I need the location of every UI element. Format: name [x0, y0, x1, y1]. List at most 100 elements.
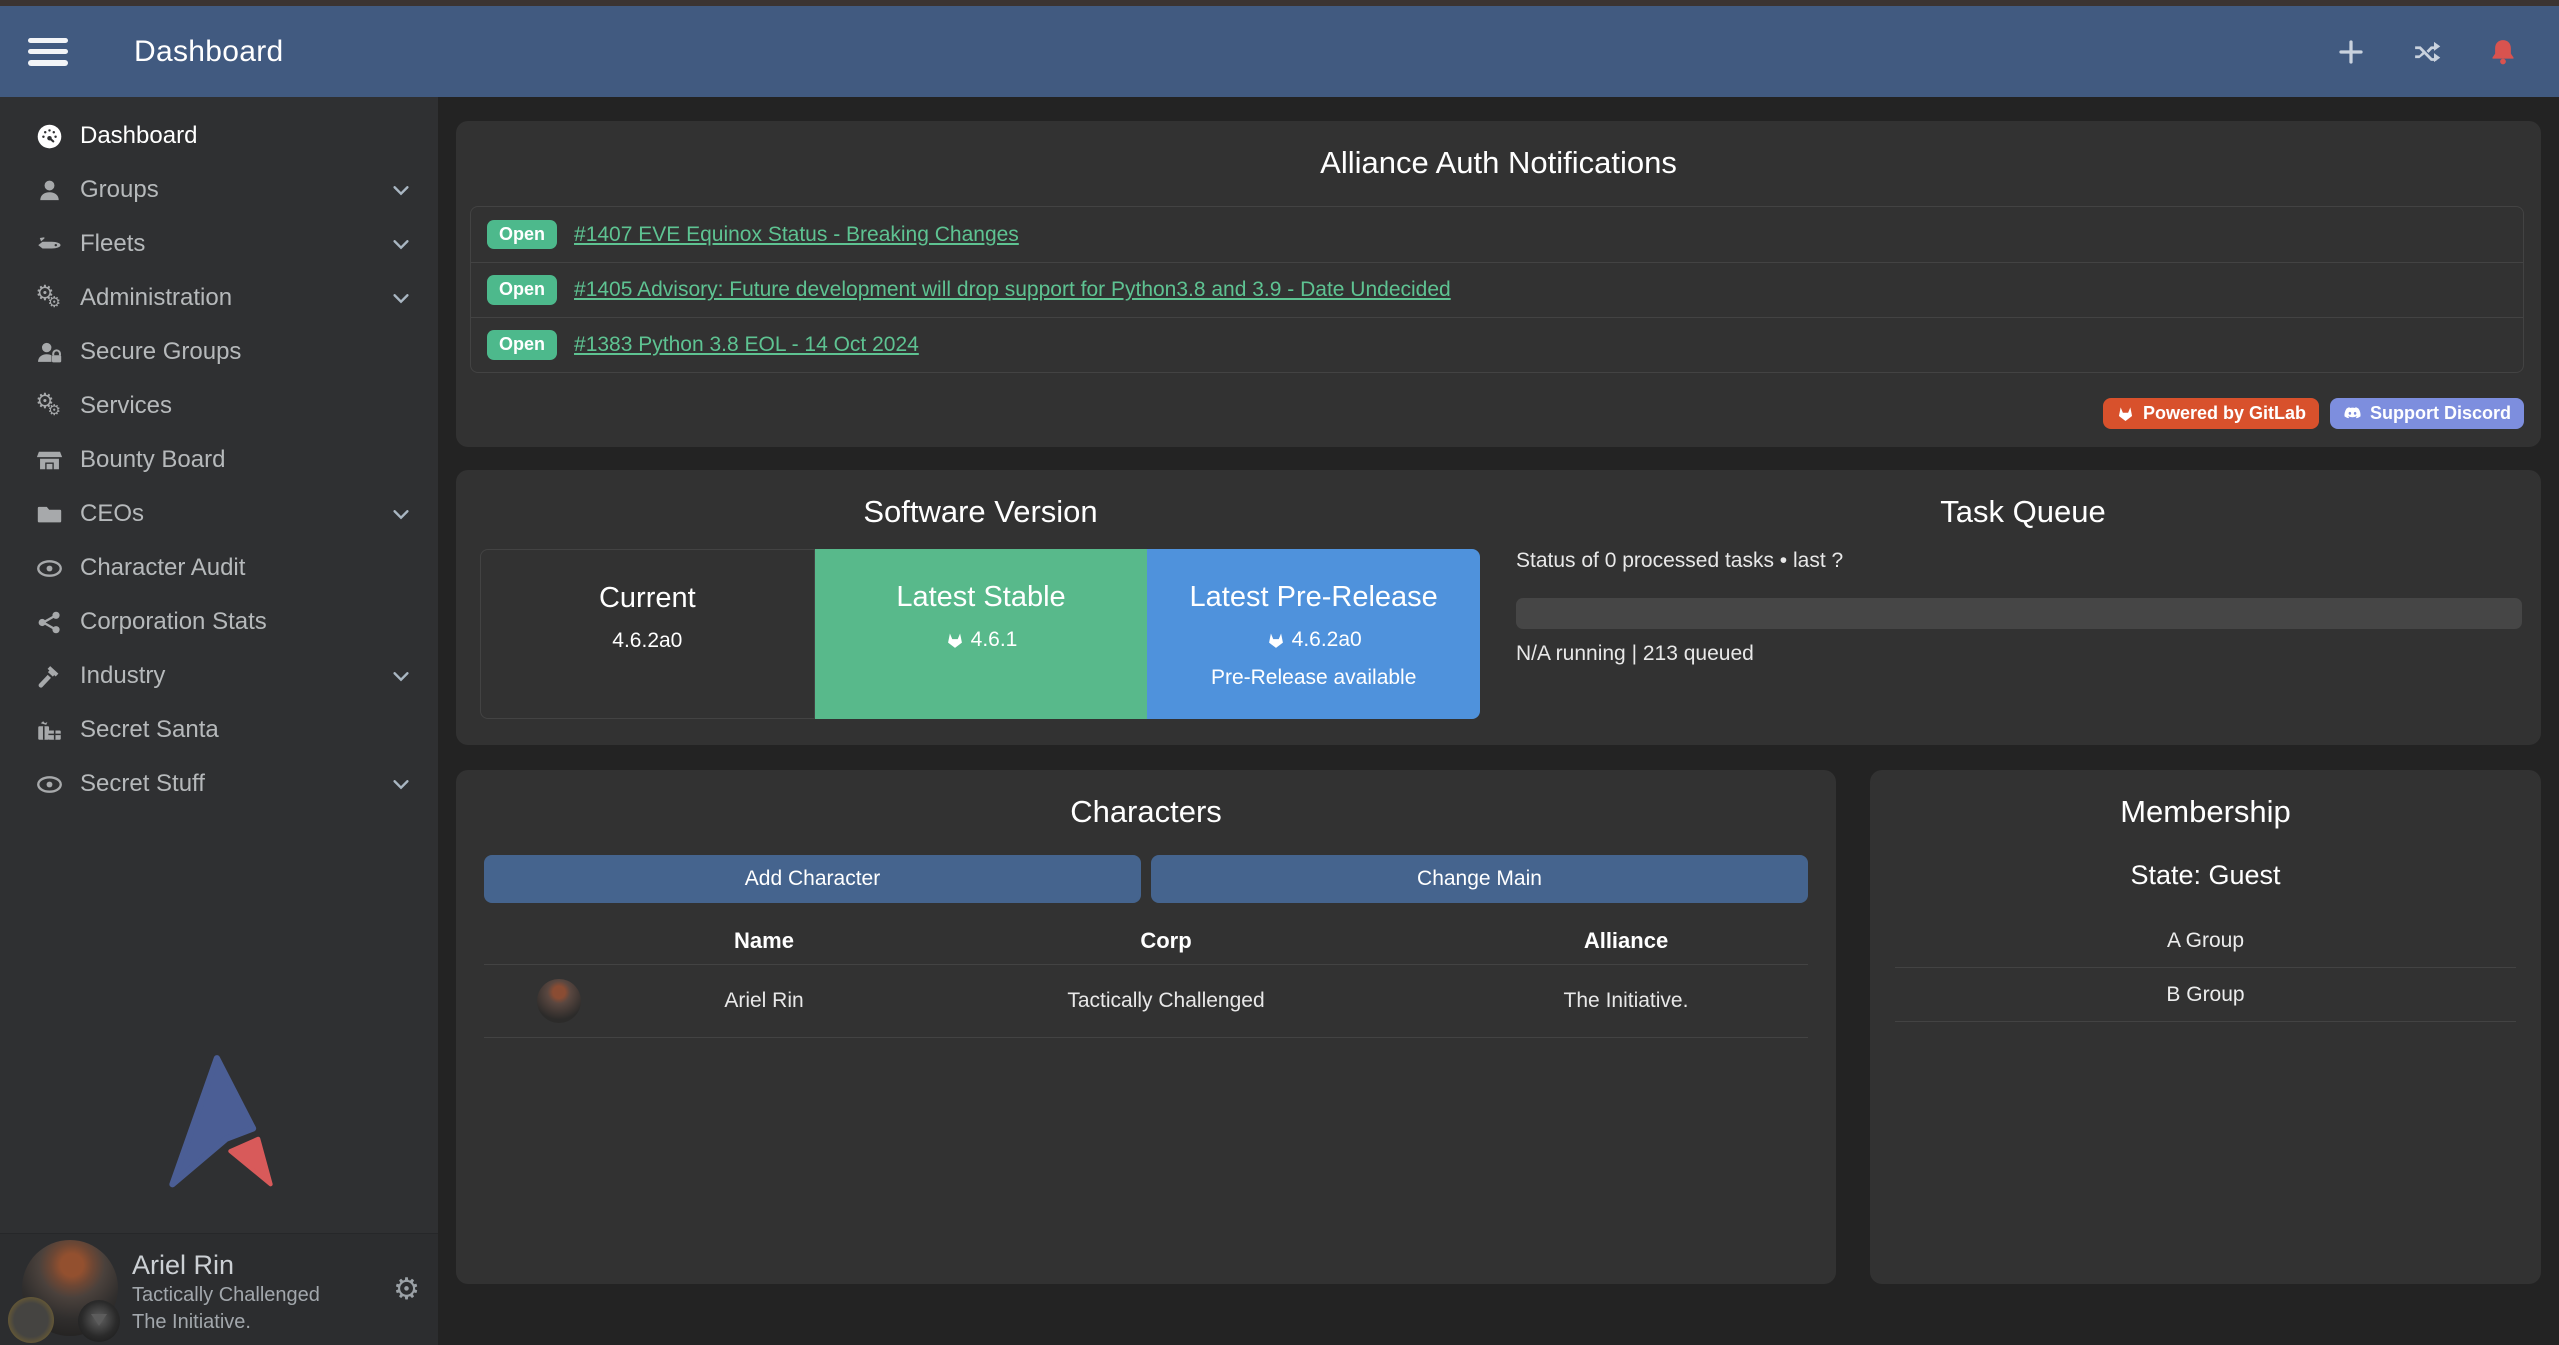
alliance-auth-logo: [158, 1052, 282, 1186]
alliance-logo-badge: [78, 1300, 120, 1342]
corp-logo-badge: [8, 1297, 54, 1343]
discord-icon: [2343, 404, 2362, 423]
add-character-icon[interactable]: [2335, 36, 2367, 68]
characters-title: Characters: [456, 770, 1836, 830]
dashboard-gauge-icon: [26, 123, 72, 150]
notifications-title: Alliance Auth Notifications: [456, 121, 2541, 181]
sidebar-item-groups[interactable]: Groups: [0, 163, 438, 217]
sidebar-item-industry[interactable]: Industry: [0, 649, 438, 703]
user-panel: Ariel Rin Tactically Challenged The Init…: [0, 1233, 438, 1345]
gitlab-icon: [2116, 404, 2135, 423]
software-version-title: Software Version: [456, 470, 1505, 530]
sidebar-item-fleets[interactable]: Fleets: [0, 217, 438, 271]
sidebar-item-ceos[interactable]: CEOs: [0, 487, 438, 541]
character-corp-cell: Tactically Challenged: [1067, 989, 1264, 1013]
column-header-corp: Corp: [1140, 928, 1191, 954]
membership-group-list: A Group B Group: [1895, 914, 2516, 1022]
cogs-icon: ⚙⚙: [26, 393, 72, 420]
notifications-list: Open #1407 EVE Equinox Status - Breaking…: [470, 206, 2524, 373]
sidebar-item-label: Services: [80, 392, 172, 420]
chevron-down-icon: [390, 287, 412, 309]
chevron-down-icon: [390, 773, 412, 795]
status-badge: Open: [487, 220, 557, 250]
character-name-cell: Ariel Rin: [724, 989, 803, 1013]
navbar-actions: [2335, 36, 2519, 68]
user-settings-gear-icon[interactable]: ⚙: [393, 1275, 420, 1305]
version-prerelease-box: Latest Pre-Release 4.6.2a0 Pre-Release a…: [1147, 549, 1480, 719]
cogs-icon: ⚙⚙: [26, 285, 72, 312]
sidebar-item-label: Character Audit: [80, 554, 245, 582]
gitlab-icon: [945, 630, 965, 650]
eye-icon: [26, 771, 72, 798]
characters-buttons: Add Character Change Main: [484, 855, 1808, 903]
page-title: Dashboard: [134, 35, 283, 69]
sidebar-item-label: Industry: [80, 662, 165, 690]
change-main-button[interactable]: Change Main: [1151, 855, 1808, 903]
notification-link[interactable]: #1405 Advisory: Future development will …: [574, 278, 1451, 302]
group-list-item: B Group: [1895, 968, 2516, 1022]
chevron-down-icon: [390, 233, 412, 255]
user-name: Ariel Rin: [132, 1248, 320, 1282]
character-portrait: [537, 979, 581, 1023]
change-main-shuffle-icon[interactable]: [2411, 36, 2443, 68]
prerelease-note: Pre-Release available: [1211, 666, 1416, 690]
sidebar-item-bounty-board[interactable]: Bounty Board: [0, 433, 438, 487]
notifications-bell-icon[interactable]: [2487, 36, 2519, 68]
task-queue-status-line: Status of 0 processed tasks • last ?: [1516, 549, 1843, 573]
status-badge: Open: [487, 330, 557, 360]
powered-by-gitlab-badge[interactable]: Powered by GitLab: [2103, 398, 2319, 429]
chevron-down-icon: [390, 179, 412, 201]
menu-toggle-icon[interactable]: [28, 38, 68, 66]
user-lock-icon: [26, 339, 72, 366]
sidebar-item-administration[interactable]: ⚙⚙ Administration: [0, 271, 438, 325]
sidebar-item-label: Bounty Board: [80, 446, 225, 474]
user-corp: Tactically Challenged: [132, 1282, 320, 1309]
chevron-down-icon: [390, 503, 412, 525]
sidebar-item-secure-groups[interactable]: Secure Groups: [0, 325, 438, 379]
notification-link[interactable]: #1383 Python 3.8 EOL - 14 Oct 2024: [574, 333, 919, 357]
table-divider: [484, 1037, 1808, 1038]
task-queue-queue-line: N/A running | 213 queued: [1516, 642, 1754, 666]
version-stable-box: Latest Stable 4.6.1: [815, 549, 1148, 719]
status-badge: Open: [487, 275, 557, 305]
software-version-section: Software Version Current 4.6.2a0 Latest …: [456, 470, 1505, 530]
chevron-down-icon: [390, 665, 412, 687]
task-queue-progressbar: [1516, 598, 2522, 629]
sidebar-item-label: Groups: [80, 176, 159, 204]
membership-state: State: Guest: [1870, 860, 2541, 891]
characters-panel: Characters Add Character Change Main Nam…: [456, 770, 1836, 1284]
version-current-box: Current 4.6.2a0: [480, 549, 815, 719]
task-queue-title: Task Queue: [1505, 470, 2541, 530]
sidebar-item-character-audit[interactable]: Character Audit: [0, 541, 438, 595]
share-nodes-icon: [26, 609, 72, 636]
sidebar-item-services[interactable]: ⚙⚙ Services: [0, 379, 438, 433]
add-character-button[interactable]: Add Character: [484, 855, 1141, 903]
column-header-name: Name: [734, 928, 794, 954]
sidebar-item-secret-stuff[interactable]: Secret Stuff: [0, 757, 438, 811]
notification-item: Open #1383 Python 3.8 EOL - 14 Oct 2024: [471, 317, 2523, 372]
version-boxes: Current 4.6.2a0 Latest Stable 4.6.1 Late…: [480, 549, 1480, 719]
sidebar-item-label: Secret Santa: [80, 716, 219, 744]
character-alliance-cell: The Initiative.: [1564, 989, 1689, 1013]
storefront-icon: [26, 447, 72, 474]
sidebar-item-label: Secret Stuff: [80, 770, 205, 798]
sidebar-item-secret-santa[interactable]: Secret Santa: [0, 703, 438, 757]
notification-item: Open #1405 Advisory: Future development …: [471, 262, 2523, 317]
user-alliance: The Initiative.: [132, 1309, 320, 1336]
membership-panel: Membership State: Guest A Group B Group: [1870, 770, 2541, 1284]
sidebar-item-label: Secure Groups: [80, 338, 241, 366]
notification-link[interactable]: #1407 EVE Equinox Status - Breaking Chan…: [574, 223, 1019, 247]
version-and-queue-panel: Software Version Current 4.6.2a0 Latest …: [456, 470, 2541, 745]
shuttle-icon: [26, 231, 72, 258]
app-window: Dashboard: [0, 0, 2559, 1345]
character-table-row: Ariel Rin Tactically Challenged The Init…: [456, 965, 1836, 1037]
sidebar-item-corporation-stats[interactable]: Corporation Stats: [0, 595, 438, 649]
eye-icon: [26, 555, 72, 582]
support-discord-badge[interactable]: Support Discord: [2330, 398, 2524, 429]
sidebar-item-label: Fleets: [80, 230, 145, 258]
hammer-icon: [26, 663, 72, 690]
sidebar-item-dashboard[interactable]: Dashboard: [0, 109, 438, 163]
panel-footer-badges: Powered by GitLab Support Discord: [2103, 398, 2524, 429]
column-header-alliance: Alliance: [1584, 928, 1668, 954]
folder-icon: [26, 501, 72, 528]
